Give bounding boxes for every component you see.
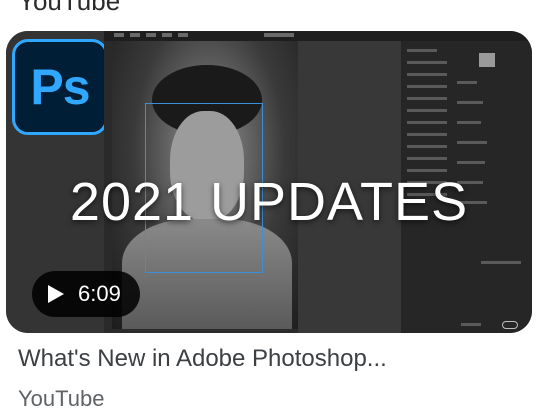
photoshop-logo: Ps [12, 39, 108, 135]
previous-result-source: YouTube [18, 0, 121, 16]
duration-text: 6:09 [78, 281, 121, 306]
video-source: YouTube [18, 386, 105, 411]
video-title-link[interactable]: What's New in Adobe Photoshop... [18, 345, 387, 373]
thumbnail-overlay-title: 2021 UPDATES [69, 172, 469, 232]
play-icon [48, 285, 64, 303]
layer-thumbnail [479, 53, 495, 67]
video-duration-badge: 6:09 [32, 271, 140, 317]
video-thumbnail[interactable]: Ps 2021 UPDATES 6:09 [6, 31, 532, 333]
logo-text: Ps [30, 59, 90, 115]
panel-ok-button [502, 321, 518, 329]
menu-bar [104, 31, 532, 41]
